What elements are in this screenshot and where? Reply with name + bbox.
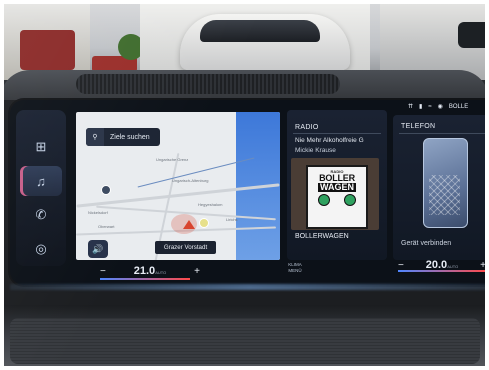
driver-temp-increase-button[interactable]: + <box>194 266 200 277</box>
phone-icon: ✆ <box>35 207 47 222</box>
search-icon: ⚲ <box>86 128 104 146</box>
radio-title: RADIO <box>295 124 319 131</box>
wheel-icon <box>318 194 330 206</box>
map-poi-marker[interactable] <box>101 185 111 195</box>
wheel-icon <box>344 194 356 206</box>
speaker-grille <box>76 74 340 94</box>
climate-menu-button[interactable]: KLIMA MENÜ <box>282 262 308 274</box>
destination-search-button[interactable]: ⚲ Ziele suchen <box>86 128 160 146</box>
search-label: Ziele suchen <box>110 133 150 141</box>
station-logo-wheels <box>318 194 356 206</box>
sim-icon: ▮ <box>419 104 423 110</box>
music-note-icon: ♫ <box>36 173 46 189</box>
map-place-label: Ungarisch-Altenburg <box>172 178 209 183</box>
side-mirror <box>458 22 488 48</box>
ai-assistant-icon: ◉ <box>437 104 443 110</box>
ambient-light-strip <box>10 284 489 290</box>
passenger-temp-mode: AUTO <box>447 264 459 269</box>
driver-temperature-value: 21.0 <box>133 265 156 277</box>
car-settings-button[interactable]: ◎ <box>20 234 62 264</box>
driver-temp-mode: AUTO <box>155 270 167 275</box>
station-logo: RADIO BOLLER WAGEN <box>306 165 368 229</box>
station-logo-line2: WAGEN <box>317 182 356 192</box>
song-artist: Mickie Krause <box>295 147 336 154</box>
status-bar: ⇈ ▮ ≈ ◉ BOLLE <box>408 103 469 111</box>
station-name: BOLLERWAGEN <box>295 233 349 240</box>
car-settings-icon: ◎ <box>35 241 47 256</box>
driver-temp-decrease-button[interactable]: − <box>100 266 106 277</box>
map-place-label: Oberwart <box>98 224 115 229</box>
connectivity-icon: ⇈ <box>408 104 414 110</box>
dashboard-trim <box>10 318 480 364</box>
map-place-label: Ungarische Grenz <box>156 157 189 162</box>
current-location-label: Grazer Vorstadt <box>155 241 216 254</box>
driver-temperature-bar <box>100 278 190 280</box>
map-place-label: Hegyeshalom <box>198 202 223 207</box>
status-text: BOLLE <box>448 103 469 110</box>
map-place-label: Lirichs <box>226 217 238 222</box>
passenger-temp-decrease-button[interactable]: − <box>398 260 404 271</box>
passenger-temp-increase-button[interactable]: + <box>480 260 486 271</box>
smartphone-pattern <box>429 175 460 215</box>
parked-car-window <box>200 20 320 42</box>
media-button[interactable]: ♫ <box>20 166 62 196</box>
speaker-icon: 🔊 <box>92 243 104 254</box>
phone-title: TELEFON <box>401 123 436 130</box>
app-sidebar: ⊞ ♫ ✆ ◎ <box>16 110 66 266</box>
divider <box>399 133 489 134</box>
map-place-label: Nickelsdorf <box>88 210 108 215</box>
current-position-arrow-icon <box>183 220 195 229</box>
wifi-icon: ≈ <box>428 103 432 110</box>
passenger-temperature-bar <box>398 270 486 272</box>
map-poi-marker[interactable] <box>199 218 209 228</box>
song-title: Nie Mehr Alkoholfreie G <box>295 137 364 144</box>
home-grid-button[interactable]: ⊞ <box>20 132 62 162</box>
car-interior-photo: ⊞ ♫ ✆ ◎ Ungarisch-Altenburg Hegyeshalom … <box>0 0 489 370</box>
voice-guidance-button[interactable]: 🔊 <box>88 240 108 258</box>
divider <box>293 133 381 134</box>
phone-button[interactable]: ✆ <box>20 200 62 230</box>
grid-icon: ⊞ <box>35 139 47 154</box>
red-object <box>20 30 75 70</box>
connect-device-label[interactable]: Gerät verbinden <box>401 240 451 247</box>
